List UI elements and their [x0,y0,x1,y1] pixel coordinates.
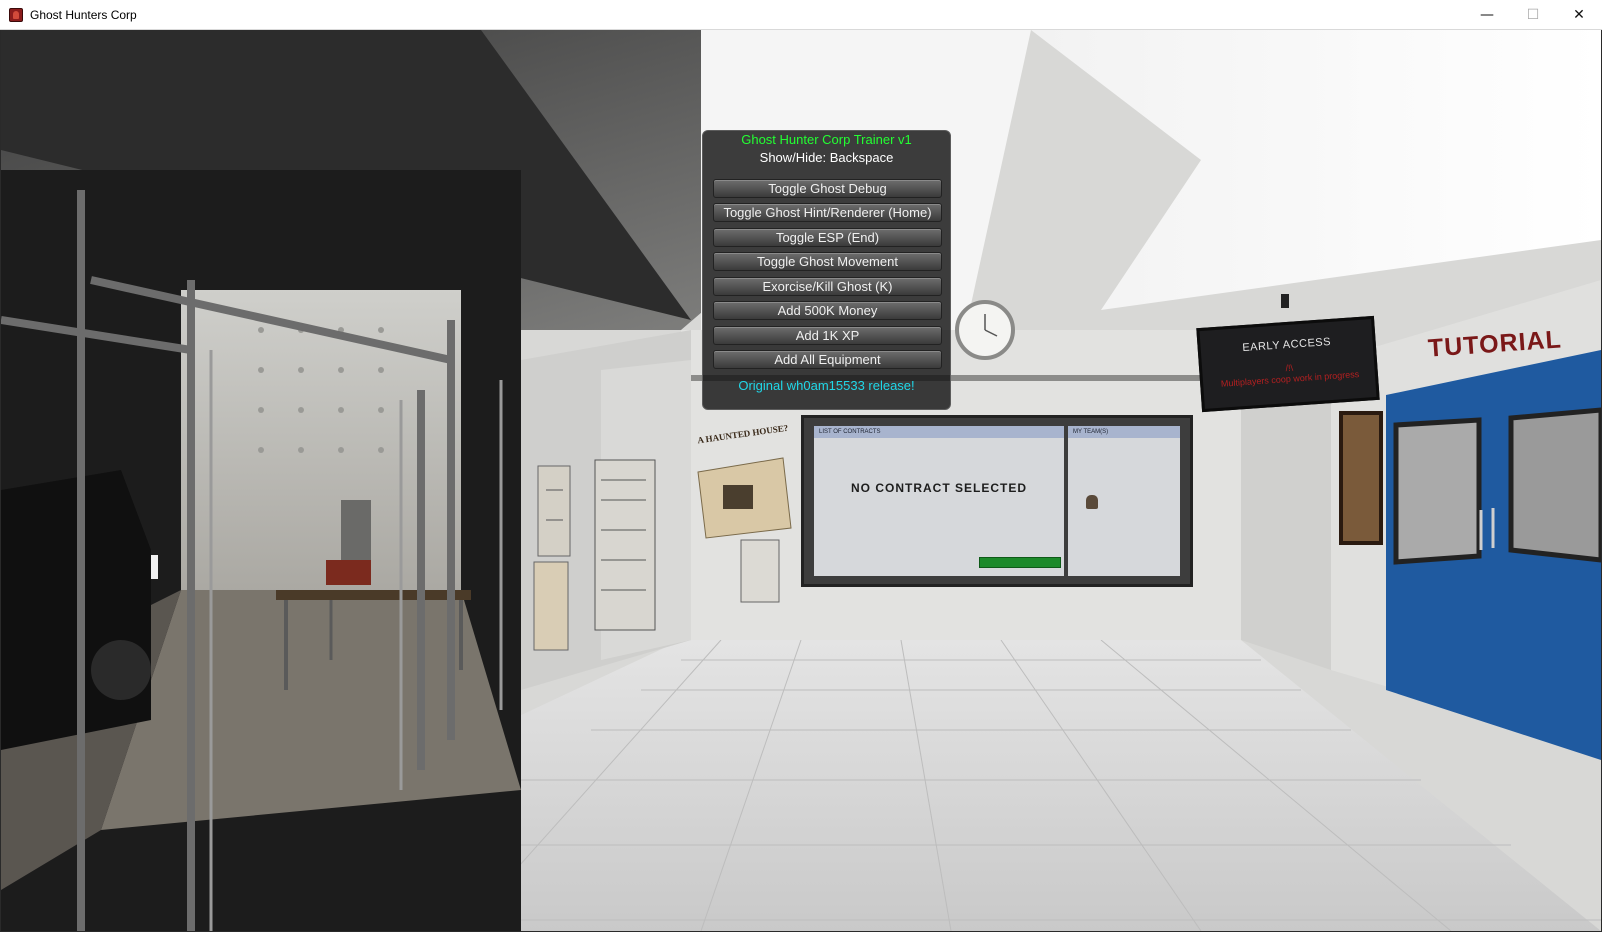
window-titlebar: Ghost Hunters Corp — ☐ ✕ [0,0,1602,30]
early-access-title: EARLY ACCESS [1241,335,1332,355]
add-xp-button[interactable]: Add 1K XP [713,326,942,345]
contracts-header: LIST OF CONTRACTS [814,426,1064,438]
add-money-button[interactable]: Add 500K Money [713,301,942,320]
team-header: MY TEAM(S) [1068,426,1180,438]
window-title: Ghost Hunters Corp [30,8,137,22]
minimize-button[interactable]: — [1464,0,1510,30]
contracts-panel: LIST OF CONTRACTS NO CONTRACT SELECTED [814,426,1064,576]
early-access-subtitle: /!\ Multiplayers coop work in progress [1214,358,1365,390]
toggle-ghost-movement-button[interactable]: Toggle Ghost Movement [713,252,942,271]
maximize-button[interactable]: ☐ [1510,0,1556,30]
contract-status: NO CONTRACT SELECTED [851,481,1027,495]
toggle-esp-button[interactable]: Toggle ESP (End) [713,228,942,247]
trainer-title: Ghost Hunter Corp Trainer v1 [741,132,912,147]
exorcise-ghost-button[interactable]: Exorcise/Kill Ghost (K) [713,277,942,296]
add-all-equipment-button[interactable]: Add All Equipment [713,350,942,369]
trainer-credit: Original wh0am15533 release! [738,378,915,393]
trainer-hotkey-hint: Show/Hide: Backspace [759,150,894,165]
early-access-sign: EARLY ACCESS /!\ Multiplayers coop work … [1196,315,1380,413]
toggle-ghost-hint-button[interactable]: Toggle Ghost Hint/Renderer (Home) [713,203,942,222]
contract-board: LIST OF CONTRACTS NO CONTRACT SELECTED M… [801,415,1193,587]
team-panel: MY TEAM(S) [1068,426,1180,576]
game-viewport[interactable]: LIST OF CONTRACTS NO CONTRACT SELECTED M… [1,30,1601,931]
trainer-menu: Ghost Hunter Corp Trainer v1 Show/Hide: … [702,130,951,410]
contract-action-button[interactable] [979,557,1061,568]
app-icon [9,8,23,22]
team-member-avatar [1086,495,1098,509]
toggle-ghost-debug-button[interactable]: Toggle Ghost Debug [713,179,942,198]
close-button[interactable]: ✕ [1556,0,1602,30]
